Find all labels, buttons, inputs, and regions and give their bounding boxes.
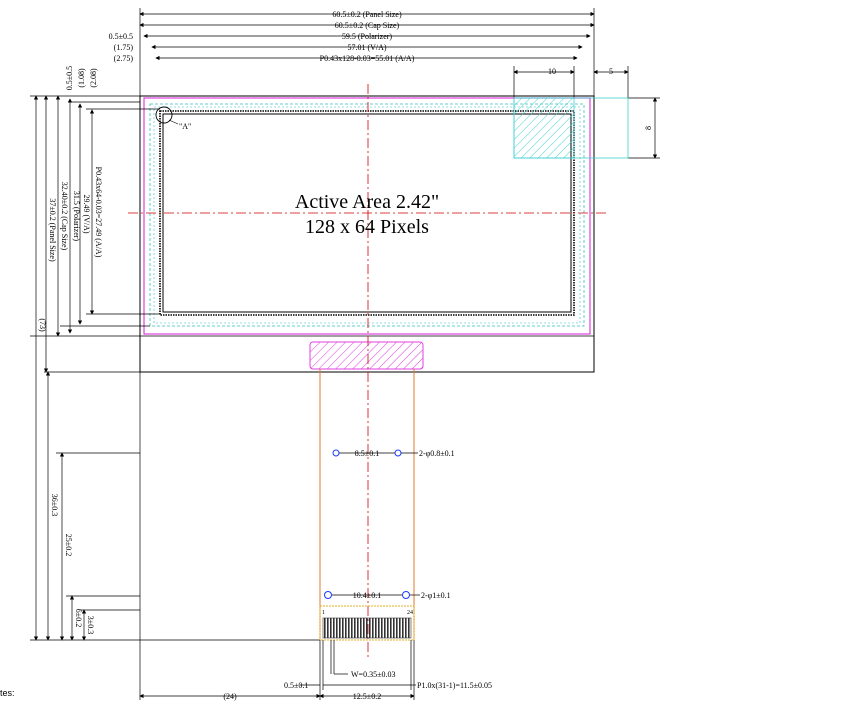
dim-ten: 10 [548,67,556,76]
active-area-title: Active Area 2.42" [295,191,439,213]
notes-label: tes: [0,688,15,698]
dim-tail-width: 12.5±0.2 [353,692,381,701]
top-dimensions: 60.5±0.2 (Panel Size) 60.5±0.2 (Cap Size… [109,8,660,159]
dim-left-05: 0.5±0.5 [109,32,133,41]
dim-v108: (1.08) [77,68,86,88]
dim-aa: P0.43x128-0.03=55.01 (A/A) [320,54,415,63]
dim-va: 57.01 (V/A) [347,43,386,52]
dim-left-275: (2.75) [114,54,134,63]
dim-v05: 0.5±0.5 [65,66,74,90]
dim-v-polarizer: 31.5 (Polarizer) [72,191,81,242]
dim-five: 5 [609,67,613,76]
dim-v-total: (73) [38,318,47,332]
dim-v-tail3: 6±0.2 [74,609,83,627]
dim-pin-width: W=0.35±0.03 [351,670,395,679]
dim-left-24: (24) [223,692,237,701]
dim-left-175: (1.75) [114,43,134,52]
mechanical-drawing: 60.5±0.2 (Panel Size) 60.5±0.2 (Cap Size… [30,8,660,701]
dim-cap-size: 60.5±0.2 (Cap Size) [335,21,400,30]
dim-v-aa: P0.43x64-0.03=27.49 (A/A) [94,167,103,258]
lower-hole-dia: 2-φ1±0.1 [421,591,451,600]
upper-hole-dia: 2-φ0.8±0.1 [419,449,455,458]
dim-v-panel: 37±0.2 (Panel Size) [48,198,57,262]
fpc-tail: 8.5±0.1 2-φ0.8±0.1 10.4±0.1 2-φ1±0.1 1 2… [319,369,455,641]
detail-a-label: "A" [179,122,191,131]
dim-eight: 8 [644,126,653,130]
left-dimensions: 0.5±0.5 (1.08) (2.08) P0.43x64-0.03=27.4… [30,66,320,700]
dim-v-va: 29.49 (V/A) [82,194,91,233]
dim-v-tail4: 3±0.3 [86,616,95,634]
dim-v208: (2.08) [89,68,98,88]
dim-v-tail2: 25±0.2 [64,534,73,556]
upper-hole-pitch: 8.5±0.1 [355,449,379,458]
dim-v-tail: 36±0.3 [50,494,59,516]
lower-hole-pitch: 10.4±0.1 [353,591,381,600]
dim-fpc-offset: 0.5±0.1 [284,681,308,690]
dim-panel-size: 60.5±0.2 (Panel Size) [332,10,402,19]
dim-pin-pitch: P1.0x(31-1)=11.5±0.05 [417,681,492,690]
pin-last: 24 [407,610,413,616]
dim-polarizer: 59.5 (Polarizer) [342,32,393,41]
dim-v-cap: 32.40±0.2 (Cap Size) [60,182,69,251]
panel: "A" Active Area 2.42" 128 x 64 Pixels [128,84,629,660]
active-area-pixels: 128 x 64 Pixels [305,216,429,238]
pin-first: 1 [322,610,325,616]
bottom-dimensions: W=0.35±0.03 0.5±0.1 P1.0x(31-1)=11.5±0.0… [139,640,492,701]
